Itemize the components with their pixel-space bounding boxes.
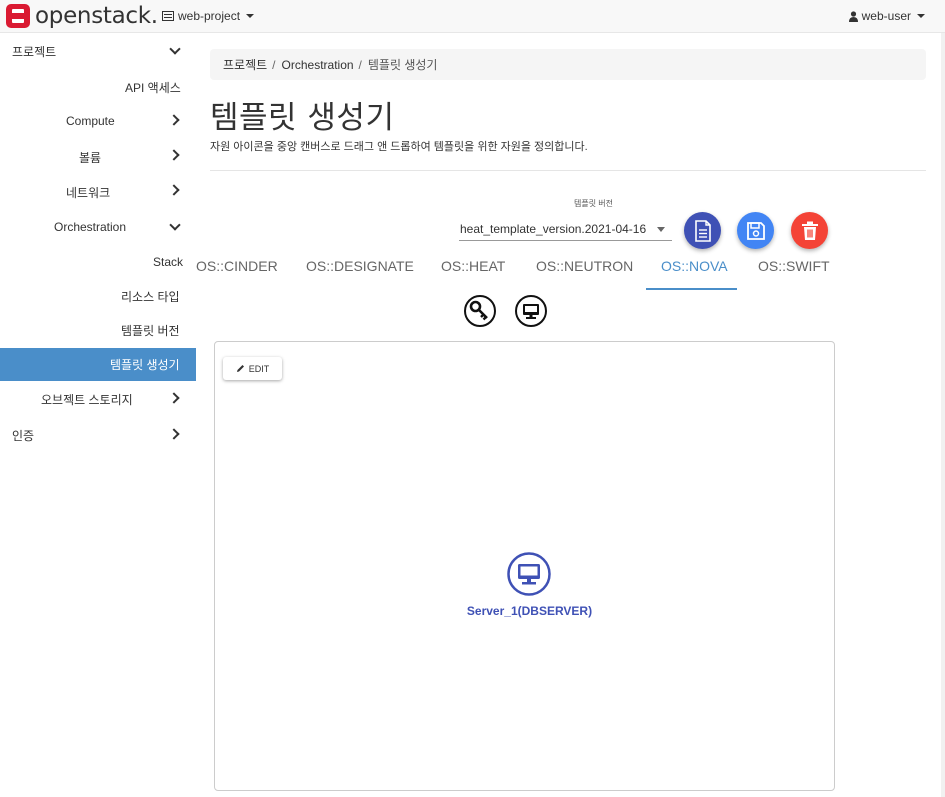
chevron-right-icon[interactable] bbox=[168, 428, 180, 440]
tab-os-swift[interactable]: OS::SWIFT bbox=[758, 258, 830, 274]
tab-os-nova[interactable]: OS::NOVA bbox=[661, 258, 728, 274]
delete-template-button[interactable] bbox=[791, 212, 828, 249]
user-menu[interactable]: web-user bbox=[848, 9, 925, 23]
chevron-down-icon bbox=[246, 14, 255, 18]
document-icon bbox=[694, 219, 711, 242]
chevron-down-icon[interactable] bbox=[169, 219, 181, 231]
project-switcher[interactable]: web-project bbox=[162, 9, 255, 23]
monitor-icon[interactable] bbox=[507, 552, 551, 596]
page-title: 템플릿 생성기 bbox=[210, 100, 395, 136]
chevron-right-icon[interactable] bbox=[168, 184, 180, 196]
chevron-right-icon[interactable] bbox=[168, 114, 180, 126]
user-icon bbox=[848, 10, 858, 22]
active-tab-indicator bbox=[646, 288, 737, 290]
sidebar-item-object-storage[interactable]: 오브젝트 스토리지 bbox=[41, 391, 133, 408]
node-label[interactable]: Server_1(DBSERVER) bbox=[420, 604, 639, 618]
sidebar-item-compute[interactable]: Compute bbox=[66, 114, 115, 128]
tab-os-designate[interactable]: OS::DESIGNATE bbox=[306, 258, 414, 274]
edit-label: EDIT bbox=[248, 363, 270, 374]
scrollbar[interactable] bbox=[941, 33, 945, 797]
sidebar-item-stack[interactable]: Stack bbox=[153, 255, 183, 269]
monitor-icon[interactable] bbox=[515, 295, 547, 327]
project-name: web-project bbox=[178, 9, 241, 23]
trash-icon bbox=[801, 221, 818, 240]
sidebar-item-project[interactable]: 프로젝트 bbox=[12, 43, 56, 60]
brand[interactable]: openstack. bbox=[5, 3, 158, 29]
sidebar-item-orchestration[interactable]: Orchestration bbox=[54, 220, 126, 234]
tab-os-heat[interactable]: OS::HEAT bbox=[441, 258, 505, 274]
sidebar-item-volumes[interactable]: 볼륨 bbox=[79, 149, 101, 166]
sidebar-item-resource-types[interactable]: 리소스 타입 bbox=[121, 288, 180, 305]
sidebar-item-template-versions[interactable]: 템플릿 버전 bbox=[121, 322, 180, 339]
top-navbar: openstack. web-project web-user bbox=[0, 0, 945, 33]
key-icon[interactable] bbox=[464, 295, 496, 327]
page-description: 자원 아이콘을 중앙 캔버스로 드래그 앤 드롭하여 템플릿을 위한 자원을 정… bbox=[210, 141, 588, 153]
tab-os-cinder[interactable]: OS::CINDER bbox=[196, 258, 278, 274]
chevron-right-icon[interactable] bbox=[168, 392, 180, 404]
template-version-select[interactable]: heat_template_version.2021-04-16 bbox=[459, 217, 672, 241]
breadcrumb-separator: / bbox=[358, 57, 362, 72]
sidebar-item-identity[interactable]: 인증 bbox=[12, 427, 34, 444]
pencil-icon bbox=[236, 365, 244, 372]
sidebar-item-api-access[interactable]: API 액세스 bbox=[125, 79, 181, 96]
tab-os-neutron[interactable]: OS::NEUTRON bbox=[536, 258, 633, 274]
save-icon bbox=[746, 221, 765, 240]
edit-button[interactable]: EDIT bbox=[223, 357, 282, 380]
user-name: web-user bbox=[861, 9, 911, 23]
new-template-button[interactable] bbox=[684, 212, 721, 249]
sidebar-item-template-generator[interactable]: 템플릿 생성기 bbox=[110, 356, 180, 373]
breadcrumb-separator: / bbox=[272, 57, 276, 72]
breadcrumb-orchestration[interactable]: Orchestration bbox=[282, 58, 354, 72]
chevron-right-icon[interactable] bbox=[168, 149, 180, 161]
openstack-logo-icon bbox=[6, 4, 30, 28]
chevron-down-icon[interactable] bbox=[657, 227, 665, 232]
breadcrumb-project[interactable]: 프로젝트 bbox=[223, 56, 267, 73]
sidebar-item-network[interactable]: 네트워크 bbox=[66, 184, 110, 201]
divider bbox=[210, 170, 926, 171]
project-icon bbox=[162, 11, 174, 21]
breadcrumb: 프로젝트 / Orchestration / 템플릿 생성기 bbox=[210, 49, 926, 80]
template-version-label: 템플릿 버전 bbox=[574, 199, 614, 208]
save-template-button[interactable] bbox=[737, 212, 774, 249]
chevron-down-icon[interactable] bbox=[169, 43, 181, 55]
chevron-down-icon bbox=[917, 14, 925, 18]
breadcrumb-current: 템플릿 생성기 bbox=[367, 58, 438, 72]
brand-text: openstack. bbox=[35, 3, 158, 29]
